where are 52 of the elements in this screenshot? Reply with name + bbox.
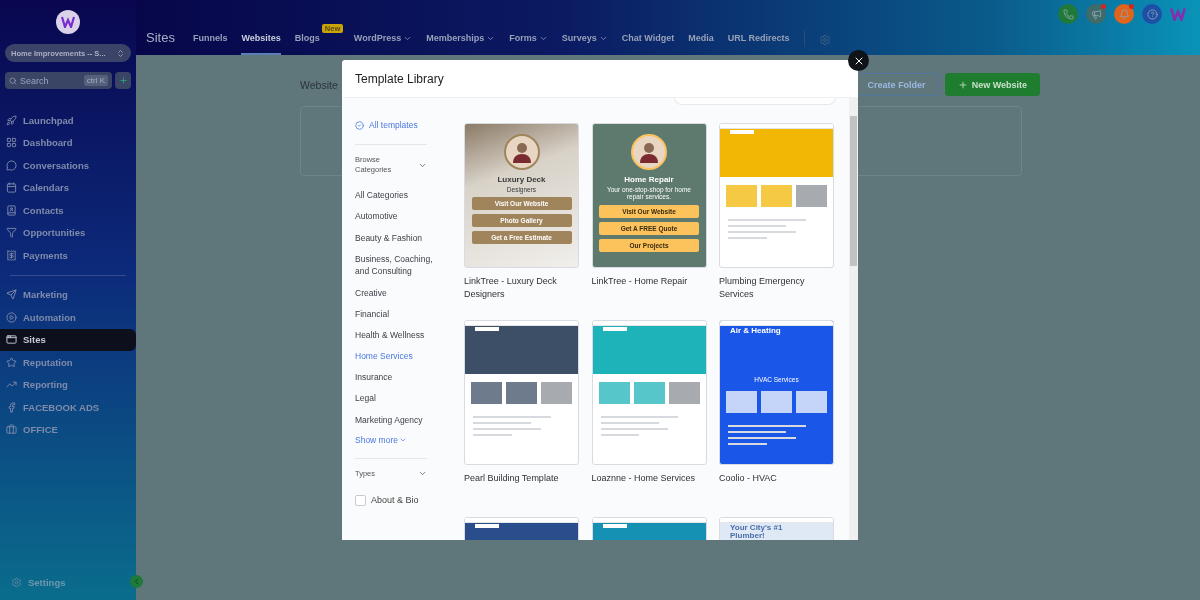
new-website-button[interactable]: New Website	[944, 73, 1040, 96]
nav-item[interactable]: Marketing	[0, 283, 136, 306]
category-link[interactable]: All Categories	[355, 189, 435, 202]
search-field[interactable]: Search ctrl K	[5, 72, 112, 89]
nav-item[interactable]: Contacts	[0, 199, 136, 222]
nav-item[interactable]: Sites	[0, 328, 136, 351]
nav-item[interactable]: Dashboard	[0, 131, 136, 154]
dialog-title: Template Library	[355, 71, 444, 86]
section-title: Sites	[146, 30, 175, 47]
category-link[interactable]: Health & Wellness	[355, 328, 435, 342]
preview-headline: Air & Heating	[730, 327, 782, 336]
category-link[interactable]: Beauty & Fashion	[355, 231, 435, 245]
template-name[interactable]: LinkTree - Luxury Deck Designers	[464, 275, 579, 300]
category-link[interactable]: Legal	[355, 392, 435, 405]
checkbox-label: About & Bio	[371, 493, 419, 507]
nav-item[interactable]: Automation	[0, 306, 136, 329]
show-more-link[interactable]: Show more	[355, 434, 427, 459]
template-name[interactable]: Plumbing Emergency Services	[719, 275, 834, 300]
shortcut-key: ctrl K	[83, 75, 108, 86]
nav-item[interactable]: Conversations	[0, 154, 136, 177]
preview-title: Home Repair	[624, 175, 674, 184]
category-link[interactable]: Marketing Agency	[355, 413, 435, 427]
nav-tab[interactable]: WordPress	[353, 33, 413, 55]
nav-item[interactable]: Calendars	[0, 176, 136, 199]
search-placeholder: Search	[20, 75, 49, 86]
nav-tab[interactable]: Chat Widget	[621, 33, 675, 55]
page-title: Website	[300, 78, 338, 91]
nav-tab[interactable]: Forms	[509, 33, 548, 55]
category-link[interactable]: Business, Coaching, and Consulting	[355, 252, 435, 278]
nav-tab[interactable]: Surveys	[561, 33, 608, 55]
category-link[interactable]: Automotive	[355, 210, 435, 223]
template-name[interactable]: Coolio - HVAC	[719, 472, 834, 485]
nav-item[interactable]: Opportunities	[0, 221, 136, 244]
category-link[interactable]: Insurance	[355, 371, 435, 384]
nav-item[interactable]: Launchpad	[0, 109, 136, 132]
nav-item[interactable]: Reputation	[0, 351, 136, 374]
template-preview[interactable]: Your City's #1 Plumber!	[719, 517, 834, 540]
nav-tab[interactable]: Funnels	[192, 33, 228, 55]
nav-tab[interactable]: Memberships	[426, 33, 496, 55]
nav-tab[interactable]: Websites	[241, 33, 281, 55]
nav-tab[interactable]: Media	[688, 33, 714, 55]
category-link[interactable]: Home Services	[355, 350, 435, 363]
all-templates-link[interactable]: All templates	[355, 120, 427, 145]
category-link[interactable]: Financial	[355, 307, 435, 321]
template-name[interactable]: Loaznne - Home Services	[591, 472, 707, 485]
category-link[interactable]: Creative	[355, 286, 435, 299]
preview-headline: Your City's #1 Plumber!	[730, 524, 784, 540]
preview-title: Luxury Deck	[497, 175, 546, 184]
template-name[interactable]: Pearl Building Template	[464, 472, 579, 485]
template-name[interactable]: LinkTree - Home Repair	[591, 275, 707, 288]
nav-tab[interactable]: URL Redirects	[727, 33, 790, 55]
nav-item[interactable]: Payments	[0, 244, 136, 267]
